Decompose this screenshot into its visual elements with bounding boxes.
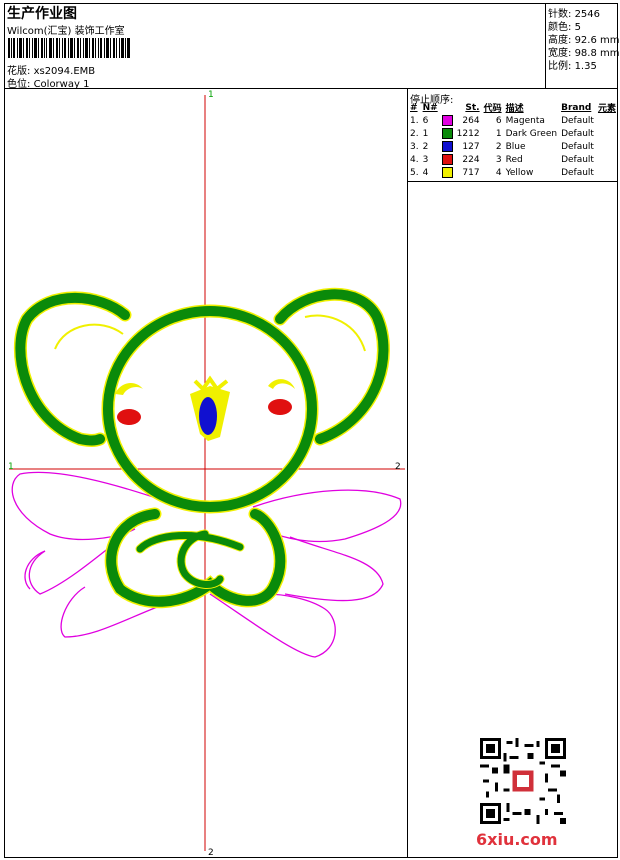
row-element (596, 140, 618, 153)
stats-divider (545, 3, 546, 89)
row-element (596, 166, 618, 179)
row-code: 2 (495, 141, 502, 152)
qr-code-icon (480, 738, 566, 824)
row-code: 1 (495, 128, 502, 139)
row-brand: Default (561, 128, 594, 139)
color-swatch (441, 167, 453, 178)
row-needle: 1 (422, 128, 429, 139)
row-stitches: 224 (462, 154, 480, 165)
axis-label-top: 1 (208, 90, 214, 100)
stop-sequence-table: # N# St. 代码 描述 Brand 元素 1. 6 264 6 Magenta De… (408, 101, 618, 179)
col-swatch (440, 101, 455, 114)
row-description: Blue (505, 141, 526, 152)
row-index: 5. (410, 167, 419, 178)
row-swatch (440, 140, 455, 153)
axis-label-right: 2 (395, 462, 401, 472)
row-stitches: 717 (462, 167, 480, 178)
wing-outline (11, 471, 402, 658)
row-index: 1. (410, 115, 419, 126)
row-brand: Default (561, 167, 594, 178)
col-stitches: St. (465, 102, 480, 113)
row-index: 2. (410, 128, 419, 139)
row-description: Yellow (505, 167, 534, 178)
row-stitches: 1212 (456, 128, 480, 139)
row-element (596, 114, 618, 127)
color-swatch (441, 115, 453, 126)
col-description: 描述 (505, 104, 524, 114)
right-cheek (268, 399, 292, 415)
color-swatch (441, 141, 453, 152)
row-brand: Default (561, 115, 594, 126)
row-needle: 2 (422, 141, 429, 152)
row-needle: 6 (422, 115, 429, 126)
row-needle: 4 (422, 167, 429, 178)
barcode-icon (8, 38, 130, 58)
row-description: Dark Green (505, 128, 558, 139)
col-index: # (410, 102, 418, 113)
col-code: 代码 (483, 104, 502, 114)
colorway-row: 色位: Colorway 1 (7, 75, 89, 90)
axis-label-left: 1 (8, 462, 14, 472)
sheet-title: 生产作业图 (7, 6, 77, 22)
row-element (596, 153, 618, 166)
col-brand: Brand (561, 102, 592, 113)
canvas-border (407, 88, 408, 858)
table-row: 3. 2 127 2 Blue Default (408, 140, 618, 153)
color-swatch (441, 154, 453, 165)
row-swatch (440, 153, 455, 166)
col-element: 元素 (597, 104, 616, 114)
sequence-panel-border (407, 181, 618, 182)
company-name: Wilcom(汇宝) 装饰工作室 (7, 26, 125, 37)
row-needle: 3 (422, 154, 429, 165)
table-header-row: # N# St. 代码 描述 Brand 元素 (408, 101, 618, 115)
table-row: 1. 6 264 6 Magenta Default (408, 114, 618, 127)
table-row: 2. 1 1212 1 Dark Green Default (408, 127, 618, 140)
row-code: 3 (495, 154, 502, 165)
col-needle: N# (422, 102, 438, 113)
nose (199, 397, 217, 435)
table-row: 5. 4 717 4 Yellow Default (408, 166, 618, 179)
axis-label-bottom: 2 (208, 848, 214, 857)
row-brand: Default (561, 154, 594, 165)
row-index: 4. (410, 154, 419, 165)
row-swatch (440, 127, 455, 140)
inner-ear-lines (54, 314, 366, 352)
row-swatch (440, 114, 455, 127)
row-element (596, 127, 618, 140)
row-index: 3. (410, 141, 419, 152)
color-swatch (441, 128, 453, 139)
stat-scale: 比例: 1.35 (548, 61, 597, 72)
row-swatch (440, 166, 455, 179)
green-satin-outline (13, 287, 390, 609)
left-cheek (117, 409, 141, 425)
table-row: 4. 3 224 3 Red Default (408, 153, 618, 166)
row-stitches: 264 (462, 115, 480, 126)
watermark-text: 6xiu.com (476, 830, 558, 849)
row-brand: Default (561, 141, 594, 152)
row-description: Red (505, 154, 523, 165)
row-code: 6 (495, 115, 502, 126)
row-stitches: 127 (462, 141, 480, 152)
row-description: Magenta (505, 115, 545, 126)
embroidery-canvas: 1 2 1 2 (8, 90, 405, 857)
row-code: 4 (495, 167, 502, 178)
